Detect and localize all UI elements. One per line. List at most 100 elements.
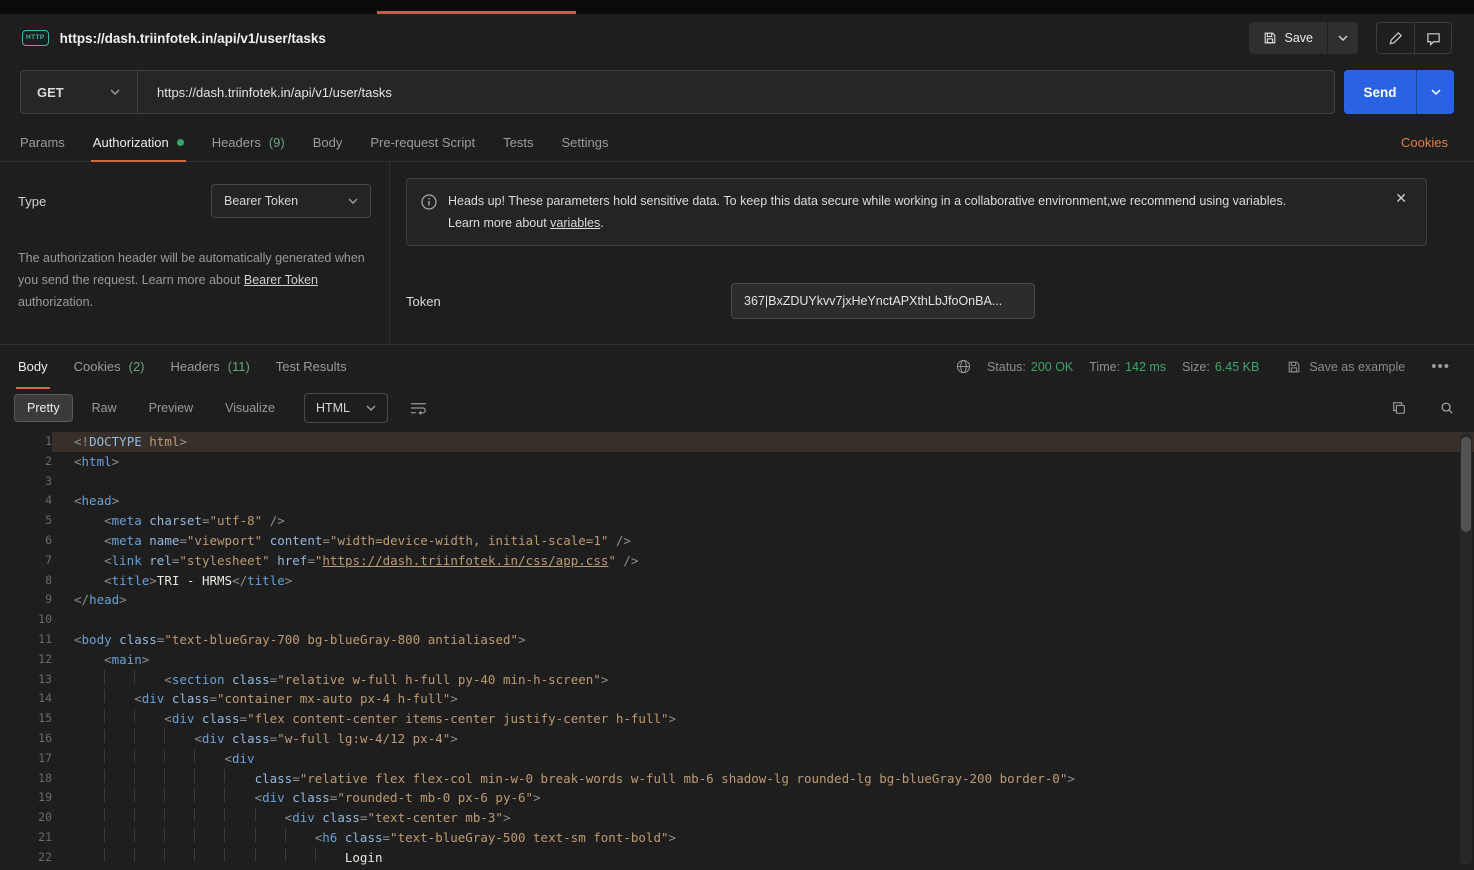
response-tab-test-results[interactable]: Test Results	[276, 345, 347, 388]
pencil-icon	[1388, 31, 1403, 46]
authorization-panel: Type Bearer Token The authorization head…	[0, 162, 1474, 345]
code-lines: 1<!DOCTYPE html>2<html>34<head>5<meta ch…	[0, 432, 1474, 868]
active-workspace-tab-indicator	[377, 11, 576, 14]
tab-label: Test Results	[276, 359, 347, 374]
variables-link[interactable]: variables	[550, 216, 600, 230]
tab-label: Body	[18, 359, 48, 374]
line-number: 21	[0, 828, 52, 848]
format-value: HTML	[316, 401, 350, 415]
network-globe-icon[interactable]	[956, 359, 971, 374]
tab-label: Params	[20, 135, 65, 150]
line-number: 16	[0, 729, 52, 749]
cookies-count: (2)	[129, 359, 145, 374]
search-button[interactable]	[1434, 400, 1460, 416]
edit-button[interactable]	[1377, 23, 1414, 53]
tab-body[interactable]: Body	[313, 124, 343, 161]
save-as-example-label: Save as example	[1309, 360, 1405, 374]
method-select[interactable]: GET	[21, 71, 138, 113]
save-as-example-button[interactable]: Save as example	[1281, 359, 1411, 375]
view-tab-raw[interactable]: Raw	[79, 394, 130, 422]
line-number: 15	[0, 709, 52, 729]
sensitive-data-banner: Heads up! These parameters hold sensitiv…	[406, 178, 1427, 246]
tab-settings[interactable]: Settings	[561, 124, 608, 161]
copy-button[interactable]	[1386, 400, 1412, 416]
tab-label: Headers	[212, 135, 261, 150]
tab-params[interactable]: Params	[20, 124, 65, 161]
code-line: 18class="relative flex flex-col min-w-0 …	[0, 769, 1474, 789]
line-number: 7	[0, 551, 52, 571]
save-button-label: Save	[1285, 31, 1314, 45]
code-line: 8<title>TRI - HRMS</title>	[0, 571, 1474, 591]
tab-tests[interactable]: Tests	[503, 124, 533, 161]
code-line: 19<div class="rounded-t mb-0 px-6 py-6">	[0, 788, 1474, 808]
save-icon	[1287, 360, 1301, 374]
code-line: 4<head>	[0, 491, 1474, 511]
banner-close-button[interactable]: ✕	[1389, 190, 1413, 206]
line-number: 1	[0, 432, 52, 452]
save-icon	[1263, 31, 1277, 45]
code-line: 11<body class="text-blueGray-700 bg-blue…	[0, 630, 1474, 650]
chevron-down-icon	[1431, 89, 1441, 95]
url-input[interactable]	[138, 71, 1334, 113]
status-label: Status:	[987, 360, 1026, 374]
view-tab-visualize[interactable]: Visualize	[212, 394, 288, 422]
line-number: 8	[0, 571, 52, 591]
send-options-button[interactable]	[1416, 70, 1454, 114]
auth-type-value: Bearer Token	[224, 194, 298, 208]
code-line: 15<div class="flex content-center items-…	[0, 709, 1474, 729]
tab-label: Cookies	[74, 359, 121, 374]
request-header: HTTP https://dash.triinfotek.in/api/v1/u…	[0, 14, 1474, 62]
banner-line1: Heads up! These parameters hold sensitiv…	[448, 190, 1286, 212]
line-number: 17	[0, 749, 52, 769]
tab-headers[interactable]: Headers (9)	[212, 124, 285, 161]
tab-label: Tests	[503, 135, 533, 150]
token-input[interactable]	[731, 283, 1035, 319]
save-button[interactable]: Save	[1249, 22, 1329, 54]
close-icon: ✕	[1395, 190, 1407, 206]
line-number: 18	[0, 769, 52, 789]
response-tab-cookies[interactable]: Cookies (2)	[74, 345, 145, 388]
bearer-token-link[interactable]: Bearer Token	[244, 273, 318, 287]
code-line: 14<div class="container mx-auto px-4 h-f…	[0, 689, 1474, 709]
code-line: 1<!DOCTYPE html>	[0, 432, 1474, 452]
response-tab-body[interactable]: Body	[18, 345, 48, 388]
banner-text: Heads up! These parameters hold sensitiv…	[448, 190, 1328, 234]
code-line: 17<div	[0, 749, 1474, 769]
tab-label: Headers	[171, 359, 220, 374]
scrollbar-thumb[interactable]	[1461, 437, 1471, 532]
time-label: Time:	[1089, 360, 1120, 374]
save-button-group: Save	[1249, 22, 1359, 54]
method-label: GET	[37, 85, 64, 100]
status-value: 200 OK	[1031, 360, 1073, 374]
send-button[interactable]: Send	[1344, 70, 1416, 114]
chevron-down-icon	[348, 198, 358, 204]
view-tab-pretty[interactable]: Pretty	[14, 394, 73, 422]
chevron-down-icon	[110, 89, 120, 95]
save-options-button[interactable]	[1328, 22, 1358, 54]
http-request-icon: HTTP	[22, 30, 49, 47]
cookies-link[interactable]: Cookies	[1395, 134, 1454, 151]
auth-type-select[interactable]: Bearer Token	[211, 184, 371, 218]
more-actions-button[interactable]: •••	[1425, 357, 1456, 376]
tab-authorization[interactable]: Authorization	[93, 124, 184, 161]
tab-prerequest-script[interactable]: Pre-request Script	[370, 124, 475, 161]
response-tab-headers[interactable]: Headers (11)	[171, 345, 250, 388]
wrap-line-button[interactable]	[404, 400, 433, 416]
banner-line2-suffix: .	[600, 216, 603, 230]
view-tab-preview[interactable]: Preview	[136, 394, 206, 422]
auth-type-row: Type Bearer Token	[18, 184, 371, 218]
send-button-group: Send	[1344, 70, 1454, 114]
comments-button[interactable]	[1414, 23, 1451, 53]
line-number: 22	[0, 848, 52, 868]
line-number: 6	[0, 531, 52, 551]
size-label: Size:	[1182, 360, 1210, 374]
code-line: 6<meta name="viewport" content="width=de…	[0, 531, 1474, 551]
chevron-down-icon	[1338, 35, 1348, 41]
edit-comment-group	[1376, 22, 1452, 54]
size-value: 6.45 KB	[1215, 360, 1259, 374]
format-select[interactable]: HTML	[304, 393, 388, 423]
toolbar-right	[1386, 400, 1460, 416]
code-line: 13<section class="relative w-full h-full…	[0, 670, 1474, 690]
request-title: https://dash.triinfotek.in/api/v1/user/t…	[60, 31, 326, 46]
response-body-code-viewer[interactable]: 1<!DOCTYPE html>2<html>34<head>5<meta ch…	[0, 428, 1474, 870]
